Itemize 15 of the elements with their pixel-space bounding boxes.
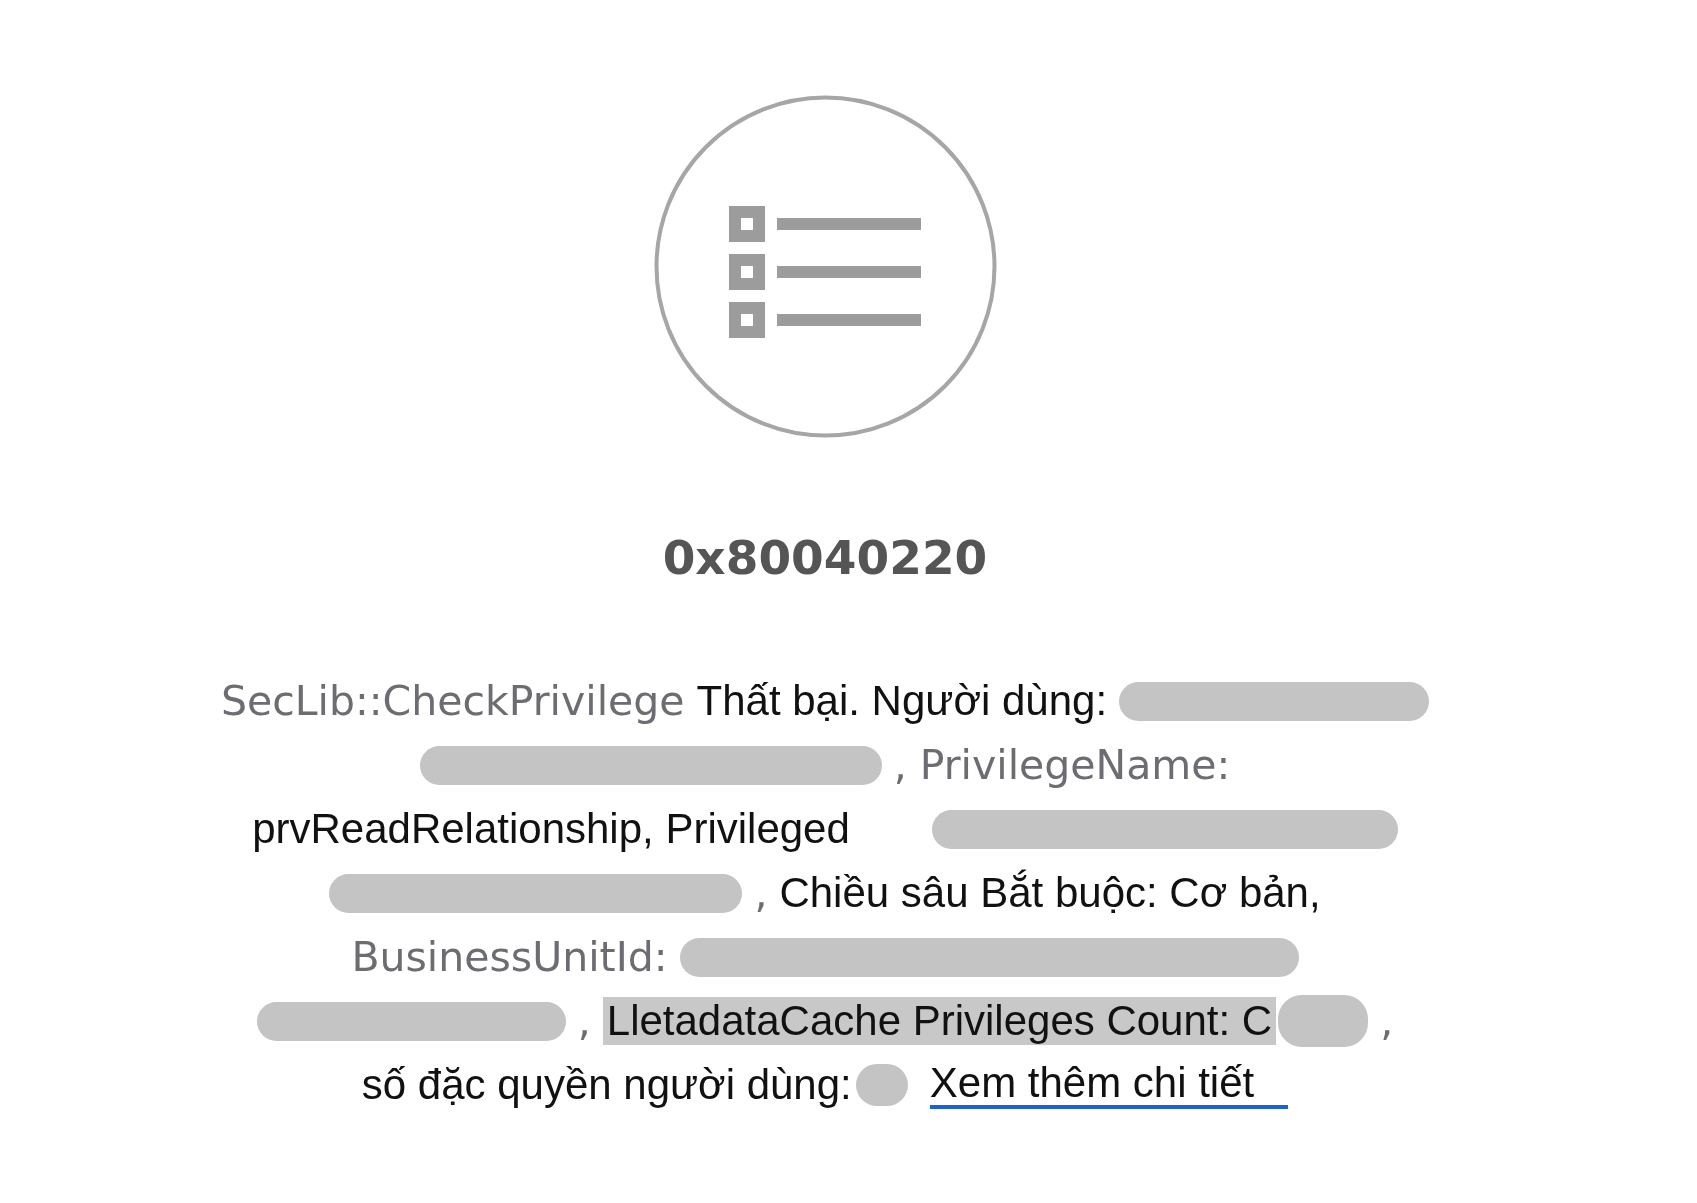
redacted-block: [855, 1064, 908, 1106]
details-link[interactable]: Xem thêm chi tiết: [929, 1061, 1289, 1109]
list-icon: [653, 95, 997, 438]
message-fragment: số đặc quyền người dùng:: [361, 1060, 852, 1110]
message-fragment: ,: [1380, 996, 1394, 1046]
message-fragment: ,: [577, 996, 591, 1046]
error-code: 0x80040220: [662, 530, 988, 586]
message-fragment: , PrivilegeName:: [893, 740, 1231, 790]
message-fragment: Thất bại. Người dùng:: [696, 676, 1108, 726]
message-fragment: Chiều sâu Bắt buộc: Cơ bản,: [779, 868, 1321, 918]
message-fragment: prvReadRelationship, Privileged: [252, 804, 850, 854]
message-fragment: SecLib::CheckPrivilege: [220, 676, 685, 726]
highlighted-text: LletadataCache Privileges Count: C: [602, 997, 1277, 1045]
message-fragment: ,: [754, 868, 768, 918]
message-fragment: BusinessUnitId:: [351, 932, 668, 982]
